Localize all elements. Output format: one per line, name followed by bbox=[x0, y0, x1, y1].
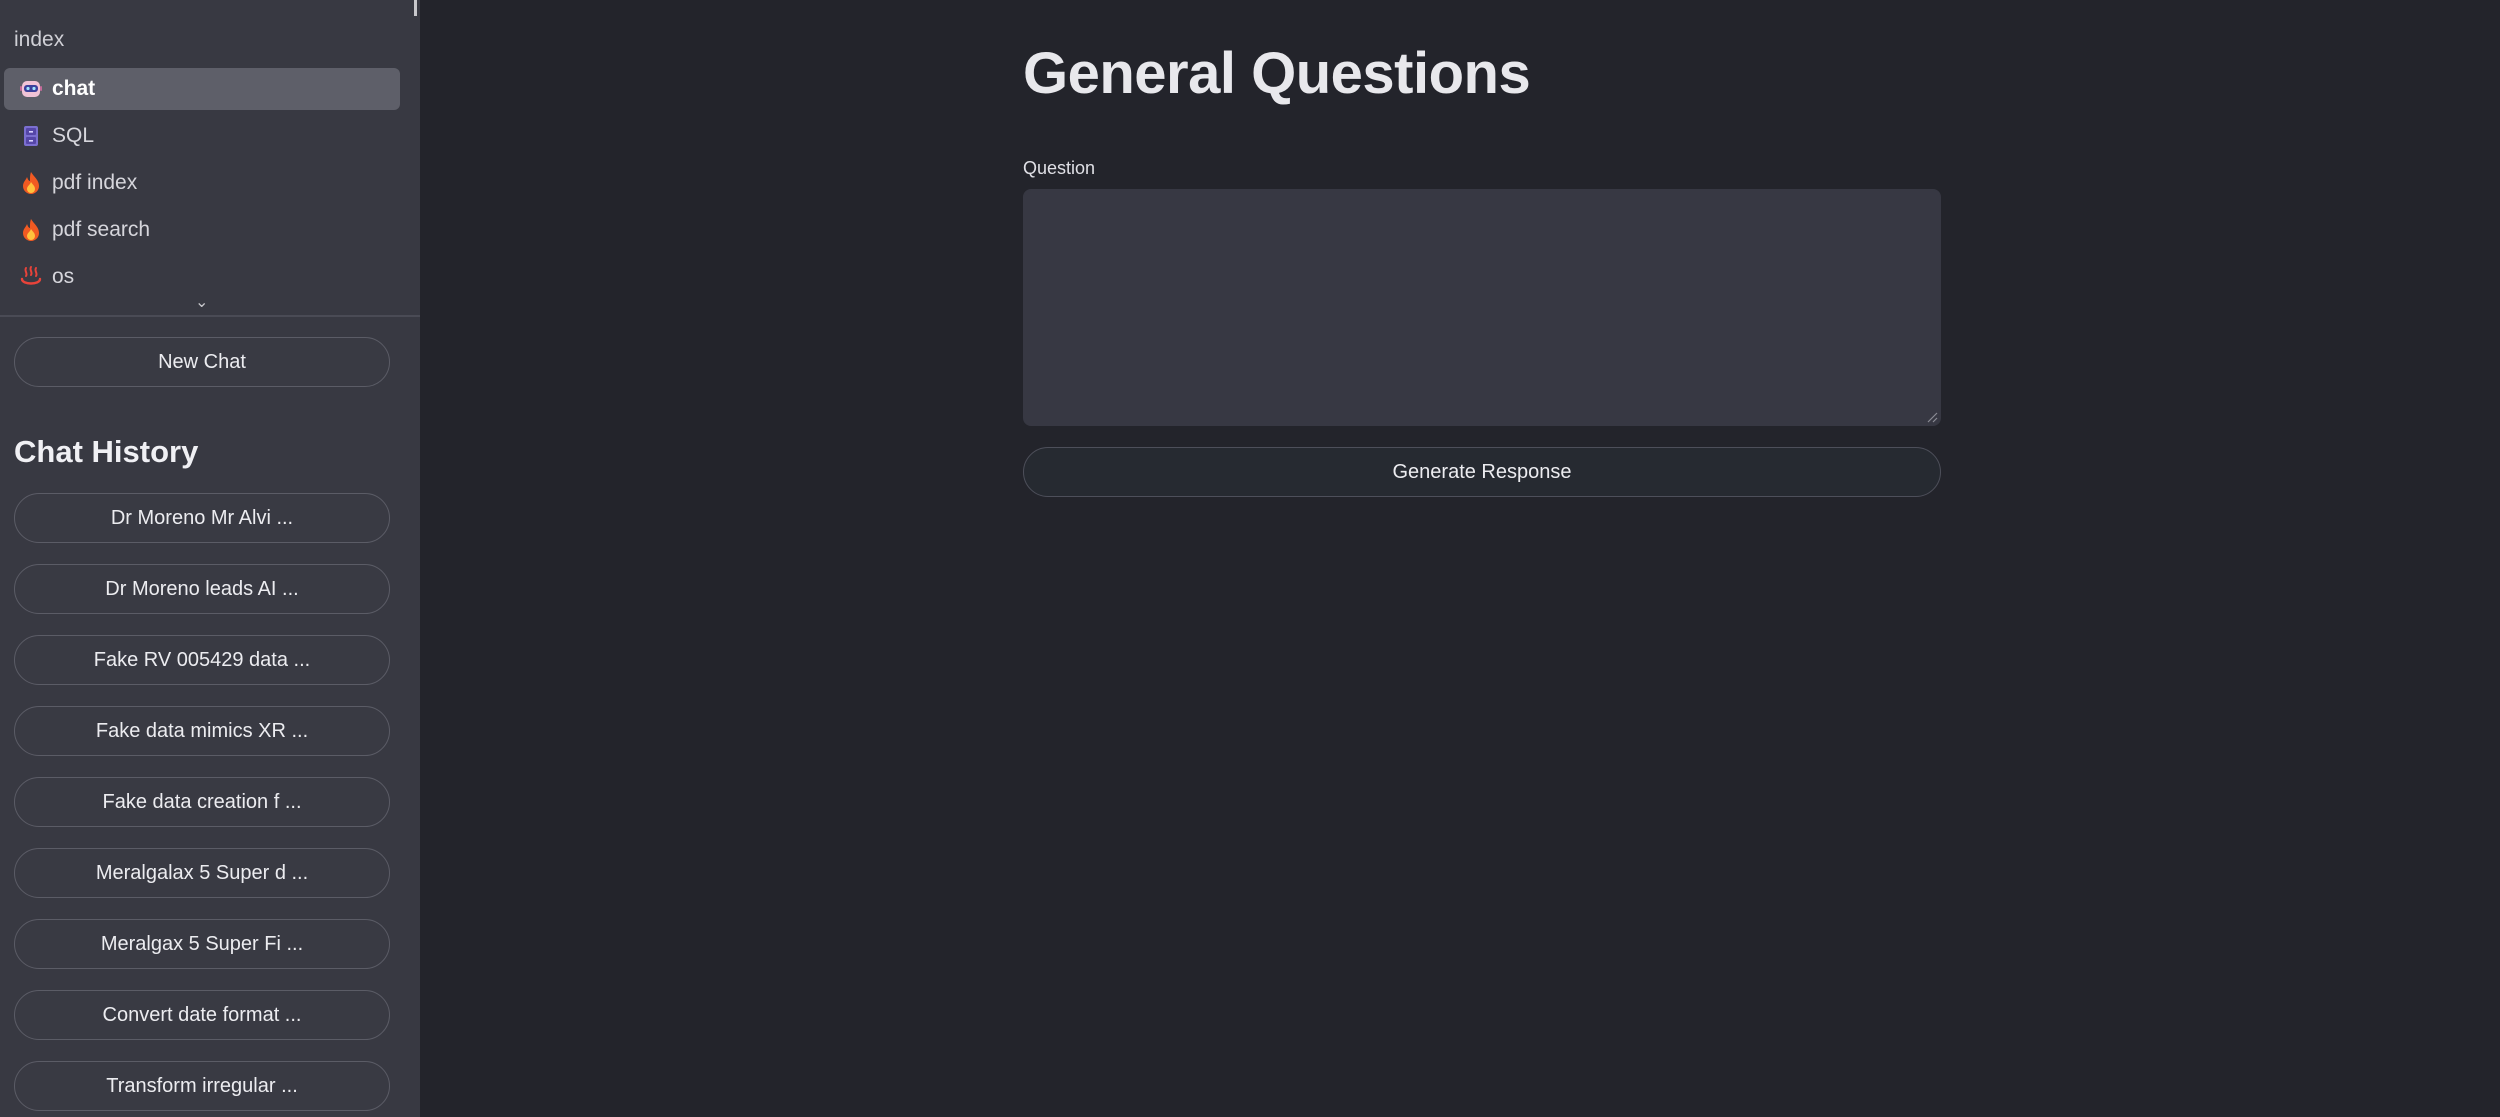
new-chat-button[interactable]: New Chat bbox=[14, 337, 390, 387]
history-item[interactable]: Transform irregular ... bbox=[14, 1061, 390, 1111]
history-item[interactable]: Dr Moreno leads AI ... bbox=[14, 564, 390, 614]
fire-icon bbox=[18, 170, 44, 196]
nav-item-chat[interactable]: chat bbox=[4, 68, 400, 110]
nav-item-pdf-search[interactable]: pdf search bbox=[4, 209, 400, 251]
history-item[interactable]: Meralgalax 5 Super d ... bbox=[14, 848, 390, 898]
history-item[interactable]: Fake RV 005429 data ... bbox=[14, 635, 390, 685]
hot-springs-icon bbox=[18, 264, 44, 290]
page-title: General Questions bbox=[1023, 41, 1531, 106]
sidebar-resize-handle[interactable] bbox=[414, 0, 417, 16]
sidebar: index chat SQL pdf index pdf search os ⌄… bbox=[0, 0, 420, 1117]
nav-item-label: pdf search bbox=[52, 218, 151, 241]
file-cabinet-icon bbox=[18, 123, 44, 149]
nav-item-sql[interactable]: SQL bbox=[4, 115, 400, 157]
nav-item-label: pdf index bbox=[52, 171, 138, 194]
question-textarea[interactable] bbox=[1023, 189, 1941, 426]
history-item[interactable]: Convert date format ... bbox=[14, 990, 390, 1040]
nav-header: index bbox=[14, 28, 65, 51]
nav-item-label: SQL bbox=[52, 124, 95, 147]
nav-list: chat SQL pdf index pdf search os bbox=[4, 68, 400, 303]
history-item[interactable]: Dr Moreno Mr Alvi ... bbox=[14, 493, 390, 543]
nav-item-label: chat bbox=[52, 77, 96, 100]
chevron-down-icon[interactable]: ⌄ bbox=[195, 292, 208, 312]
robot-icon bbox=[18, 76, 44, 102]
nav-item-label: os bbox=[52, 265, 75, 288]
generate-response-button[interactable]: Generate Response bbox=[1023, 447, 1941, 497]
history-item[interactable]: Meralgax 5 Super Fi ... bbox=[14, 919, 390, 969]
resize-grip-icon[interactable] bbox=[1926, 411, 1938, 423]
fire-icon bbox=[18, 217, 44, 243]
history-item[interactable]: Fake data creation f ... bbox=[14, 777, 390, 827]
chat-history-title: Chat History bbox=[14, 434, 199, 469]
nav-item-pdf-index[interactable]: pdf index bbox=[4, 162, 400, 204]
question-label: Question bbox=[1023, 158, 1096, 178]
nav-divider bbox=[0, 315, 420, 317]
history-item[interactable]: Fake data mimics XR ... bbox=[14, 706, 390, 756]
